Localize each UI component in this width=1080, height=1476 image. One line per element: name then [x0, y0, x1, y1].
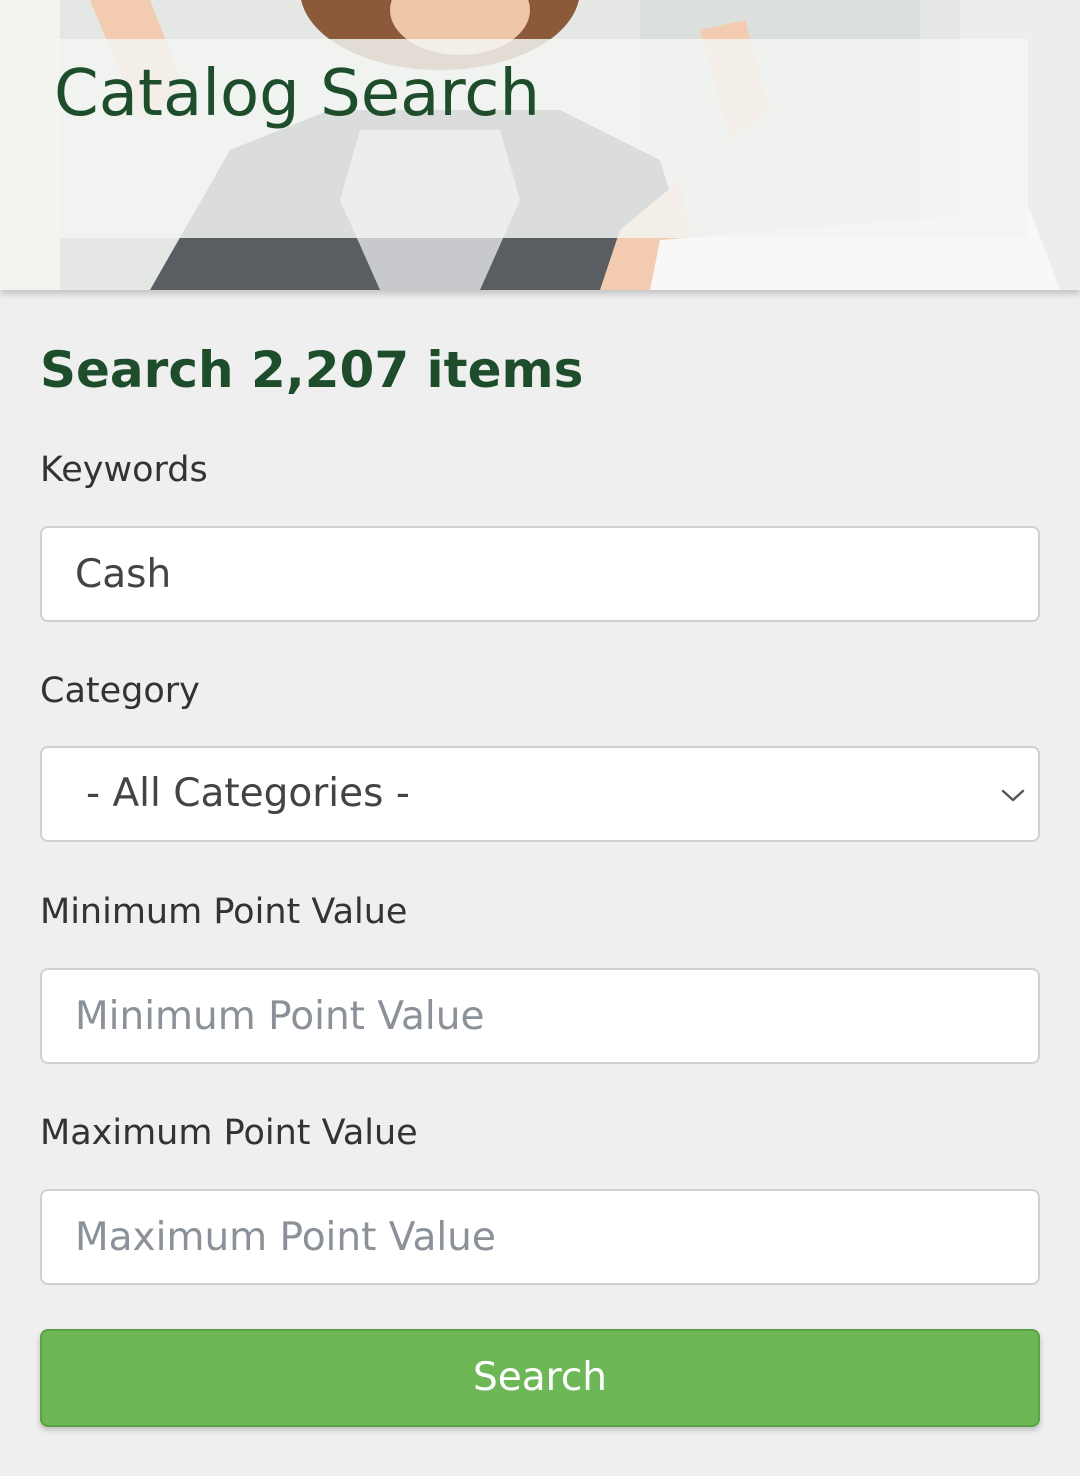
category-label: Category — [40, 671, 200, 711]
chevron-down-icon — [1001, 789, 1025, 802]
max-point-value-input[interactable] — [42, 1191, 1038, 1283]
min-point-value-field — [40, 968, 1040, 1064]
category-selected-value: - All Categories - — [86, 771, 410, 816]
keywords-field — [40, 526, 1040, 622]
keywords-input[interactable] — [42, 528, 1038, 620]
keywords-label: Keywords — [40, 450, 208, 490]
category-select[interactable]: - All Categories - — [40, 746, 1040, 842]
search-button[interactable]: Search — [40, 1329, 1040, 1427]
search-count-heading: Search 2,207 items — [40, 341, 584, 399]
max-point-value-field — [40, 1189, 1040, 1285]
min-point-value-input[interactable] — [42, 970, 1038, 1062]
min-point-value-label: Minimum Point Value — [40, 892, 408, 932]
max-point-value-label: Maximum Point Value — [40, 1113, 418, 1153]
page-title: Catalog Search — [54, 57, 540, 131]
hero-banner: Catalog Search — [0, 0, 1080, 290]
